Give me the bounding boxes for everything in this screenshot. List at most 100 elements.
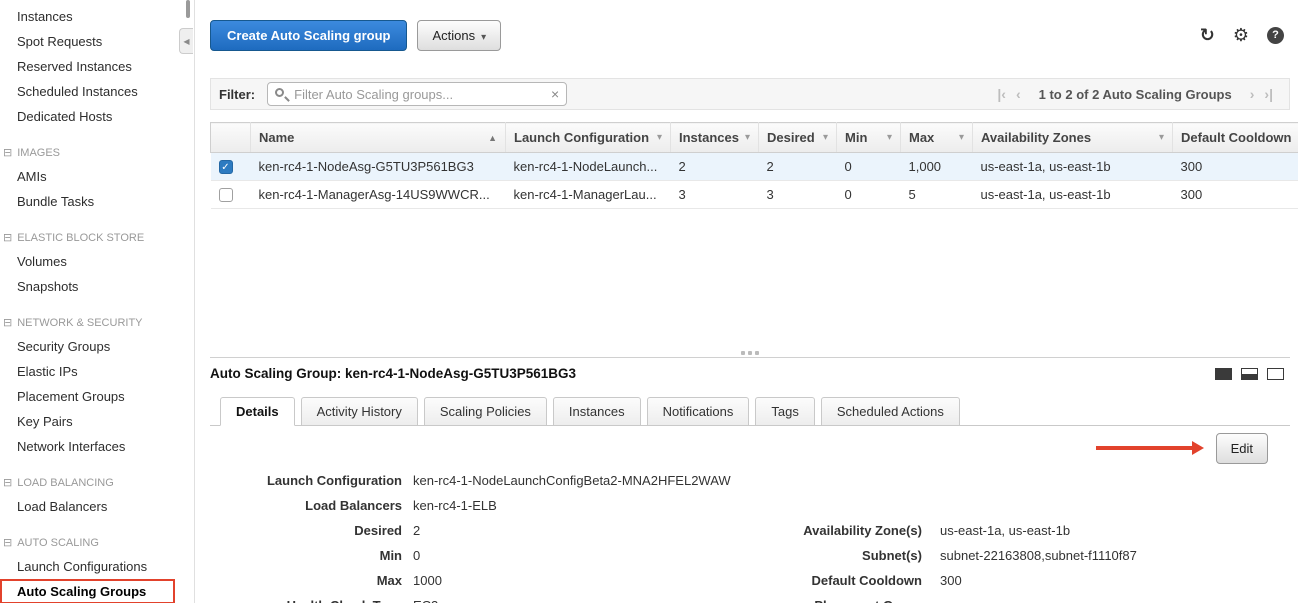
edit-button[interactable]: Edit — [1216, 433, 1268, 464]
column-filter-icon: ▾ — [657, 132, 662, 143]
column-header-desired[interactable]: Desired▾ — [759, 123, 837, 153]
cell-checkbox — [211, 181, 251, 209]
column-header-launch-configuration[interactable]: Launch Configuration▾ — [506, 123, 671, 153]
cell-default-cooldown: 300 — [1173, 153, 1298, 181]
fields-right-column: Availability Zone(s) us-east-1a, us-east… — [765, 518, 1137, 603]
field-label: Load Balancers — [210, 498, 402, 513]
header-icons: ↻ ⚙ ? — [1200, 25, 1284, 46]
field-row: Min 0 — [210, 543, 731, 568]
sidebar-item-scheduled-instances[interactable]: Scheduled Instances — [0, 79, 179, 104]
table-row[interactable]: ken-rc4-1-ManagerAsg-14US9WWCR... ken-rc… — [211, 181, 1298, 209]
tab-scheduled-actions[interactable]: Scheduled Actions — [821, 397, 960, 426]
tab-details[interactable]: Details — [220, 397, 295, 426]
field-row: Health Check Type EC2 — [210, 593, 731, 603]
collapse-section-icon: ⊟ — [3, 147, 12, 159]
create-auto-scaling-group-button[interactable]: Create Auto Scaling group — [210, 20, 407, 51]
layout-hide-pane-icon[interactable] — [1267, 368, 1284, 380]
column-label: Min — [845, 130, 867, 145]
table-row[interactable]: ✓ ken-rc4-1-NodeAsg-G5TU3P561BG3 ken-rc4… — [211, 153, 1298, 181]
cell-default-cooldown: 300 — [1173, 181, 1298, 209]
sidebar-item-dedicated-hosts[interactable]: Dedicated Hosts — [0, 104, 179, 129]
cell-min: 0 — [837, 153, 901, 181]
field-row: Subnet(s) subnet-22163808,subnet-f1110f8… — [765, 543, 1137, 568]
layout-full-pane-icon[interactable] — [1215, 368, 1232, 380]
sidebar-item-launch-configurations[interactable]: Launch Configurations — [0, 554, 179, 579]
annotation-arrow-head — [1192, 441, 1204, 455]
last-page-icon[interactable]: ›| — [1264, 86, 1273, 102]
tab-instances[interactable]: Instances — [553, 397, 641, 426]
help-icon[interactable]: ? — [1267, 27, 1284, 44]
column-header-availability-zones[interactable]: Availability Zones▾ — [973, 123, 1173, 153]
sidebar-collapse-button[interactable]: ◀ — [179, 28, 193, 54]
sidebar-item-key-pairs[interactable]: Key Pairs — [0, 409, 179, 434]
select-all-header[interactable] — [211, 123, 251, 153]
sidebar-item-volumes[interactable]: Volumes — [0, 249, 179, 274]
actions-button-label: Actions — [432, 28, 475, 43]
field-label: Placement Group — [765, 598, 922, 603]
sidebar-item-instances[interactable]: Instances — [0, 4, 179, 29]
field-value: 300 — [922, 573, 962, 588]
column-label: Desired — [767, 130, 815, 145]
next-page-icon[interactable]: › — [1250, 86, 1255, 102]
search-group: × — [267, 82, 567, 106]
sidebar-item-reserved-instances[interactable]: Reserved Instances — [0, 54, 179, 79]
field-row: Launch Configuration ken-rc4-1-NodeLaunc… — [210, 468, 731, 493]
field-value: 1000 — [402, 573, 442, 588]
sidebar-item-placement-groups[interactable]: Placement Groups — [0, 384, 179, 409]
tab-tags[interactable]: Tags — [755, 397, 814, 426]
column-header-name[interactable]: Name▲ — [251, 123, 506, 153]
sidebar-item-amis[interactable]: AMIs — [0, 164, 179, 189]
layout-bottom-pane-icon[interactable] — [1241, 368, 1258, 380]
pagination-text: 1 to 2 of 2 Auto Scaling Groups — [1039, 87, 1232, 102]
sidebar-item-snapshots[interactable]: Snapshots — [0, 274, 179, 299]
tab-scaling-policies[interactable]: Scaling Policies — [424, 397, 547, 426]
sidebar-item-auto-scaling-groups[interactable]: Auto Scaling Groups — [0, 579, 175, 603]
gear-icon[interactable]: ⚙ — [1233, 25, 1249, 46]
cell-launch-configuration: ken-rc4-1-NodeLaunch... — [506, 153, 671, 181]
annotation-arrow-shaft — [1096, 446, 1192, 450]
sidebar-item-network-interfaces[interactable]: Network Interfaces — [0, 434, 179, 459]
first-page-icon[interactable]: |‹ — [997, 86, 1006, 102]
details-tabs: Details Activity History Scaling Policie… — [210, 397, 1290, 426]
tab-activity-history[interactable]: Activity History — [301, 397, 418, 426]
collapse-section-icon: ⊟ — [3, 477, 12, 489]
sidebar-item-bundle-tasks[interactable]: Bundle Tasks — [0, 189, 179, 214]
column-label: Availability Zones — [981, 130, 1091, 145]
chevron-left-icon: ◀ — [183, 37, 189, 46]
row-checkbox-checked[interactable]: ✓ — [219, 160, 233, 174]
previous-page-icon[interactable]: ‹ — [1016, 86, 1021, 102]
filter-input[interactable] — [267, 82, 567, 106]
cell-desired: 2 — [759, 153, 837, 181]
column-header-default-cooldown[interactable]: Default Cooldown▾ — [1173, 123, 1298, 153]
sidebar-item-security-groups[interactable]: Security Groups — [0, 334, 179, 359]
column-header-instances[interactable]: Instances▾ — [671, 123, 759, 153]
sidebar-item-elastic-ips[interactable]: Elastic IPs — [0, 359, 179, 384]
sidebar: Instances Spot Requests Reserved Instanc… — [0, 0, 179, 603]
column-header-min[interactable]: Min▾ — [837, 123, 901, 153]
sidebar-section-auto-scaling[interactable]: ⊟AUTO SCALING — [0, 532, 179, 554]
sidebar-section-images[interactable]: ⊟IMAGES — [0, 142, 179, 164]
clear-filter-icon[interactable]: × — [551, 86, 559, 102]
ec2-console: Instances Spot Requests Reserved Instanc… — [0, 0, 1298, 603]
field-row: Placement Group — [765, 593, 1137, 603]
chevron-down-icon: ▾ — [481, 32, 486, 43]
sidebar-item-load-balancers[interactable]: Load Balancers — [0, 494, 179, 519]
column-header-max[interactable]: Max▾ — [901, 123, 973, 153]
sidebar-item-spot-requests[interactable]: Spot Requests — [0, 29, 179, 54]
field-value: 2 — [402, 523, 420, 538]
field-label: Subnet(s) — [765, 548, 922, 563]
field-label: Max — [210, 573, 402, 588]
row-checkbox-unchecked[interactable] — [219, 188, 233, 202]
pane-splitter-handle[interactable] — [210, 349, 1290, 358]
scrollbar-thumb[interactable] — [186, 0, 190, 18]
drag-dot — [755, 351, 759, 355]
sidebar-section-elastic-block-store[interactable]: ⊟ELASTIC BLOCK STORE — [0, 227, 179, 249]
column-filter-icon: ▾ — [959, 132, 964, 143]
sidebar-section-load-balancing[interactable]: ⊟LOAD BALANCING — [0, 472, 179, 494]
sidebar-section-network-security[interactable]: ⊟NETWORK & SECURITY — [0, 312, 179, 334]
filter-bar: Filter: × |‹ ‹ 1 to 2 of 2 Auto Scaling … — [210, 78, 1290, 110]
actions-button[interactable]: Actions ▾ — [417, 20, 501, 51]
refresh-icon[interactable]: ↻ — [1200, 25, 1215, 46]
tab-notifications[interactable]: Notifications — [647, 397, 750, 426]
cell-min: 0 — [837, 181, 901, 209]
